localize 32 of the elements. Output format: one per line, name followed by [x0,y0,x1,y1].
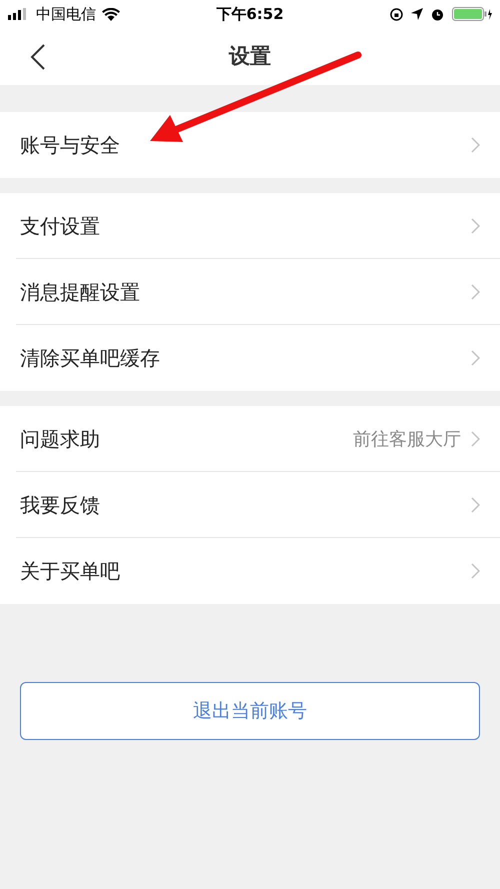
chevron-right-icon [471,497,480,513]
settings-row[interactable]: 清除买单吧缓存 [0,325,500,391]
settings-row[interactable]: 支付设置 [0,193,500,259]
chevron-right-icon [471,563,480,579]
settings-row[interactable]: 账号与安全 [0,112,500,178]
settings-row[interactable]: 关于买单吧 [0,538,500,604]
status-time: 下午6:52 [216,4,284,23]
row-label: 关于买单吧 [20,558,120,585]
alarm-icon [431,8,444,20]
battery-icon [452,7,492,21]
rotation-lock-icon [390,8,403,20]
row-label: 我要反馈 [20,492,100,519]
settings-row[interactable]: 问题求助 前往客服大厅 [0,406,500,472]
chevron-right-icon [471,350,480,366]
carrier-name: 中国电信 [36,4,96,25]
settings-row[interactable]: 我要反馈 [0,472,500,538]
chevron-right-icon [471,218,480,234]
page-title: 设置 [229,44,271,68]
row-label: 消息提醒设置 [20,279,140,306]
chevron-right-icon [471,284,480,300]
settings-row[interactable]: 消息提醒设置 [0,259,500,325]
row-label: 账号与安全 [20,132,120,159]
chevron-right-icon [471,431,480,447]
logout-button[interactable]: 退出当前账号 [20,682,480,740]
row-label: 清除买单吧缓存 [20,345,160,372]
wifi-icon [102,8,120,20]
back-chevron-icon [30,43,46,71]
chevron-right-icon [471,137,480,153]
location-icon [411,8,423,20]
row-label: 问题求助 [20,426,100,453]
row-label: 支付设置 [20,213,100,240]
row-detail: 前往客服大厅 [353,428,461,452]
